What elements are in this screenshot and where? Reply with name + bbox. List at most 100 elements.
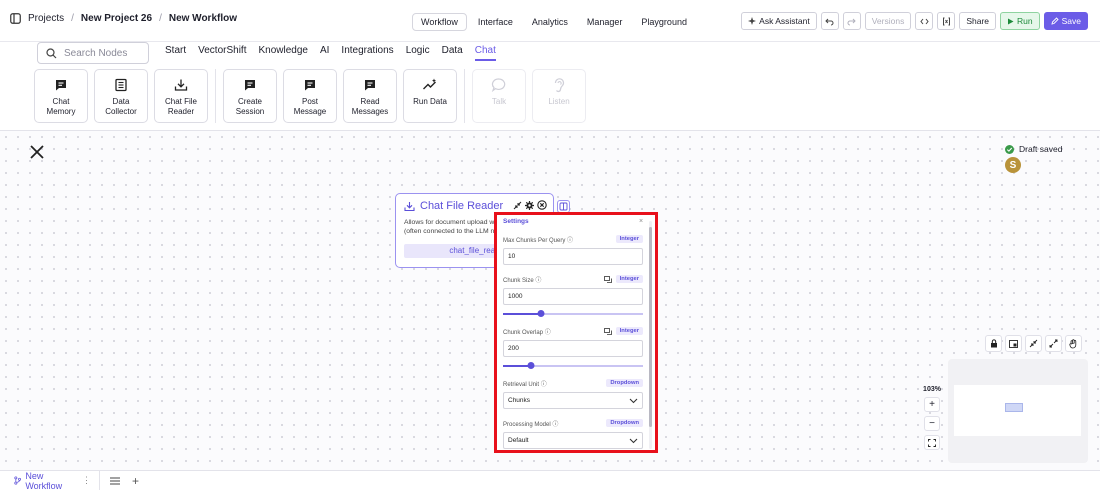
avatar[interactable]: S bbox=[1005, 157, 1021, 173]
zoom-out-button[interactable]: − bbox=[924, 416, 940, 431]
run-button[interactable]: Run bbox=[1000, 12, 1040, 30]
max-chunks-input[interactable]: 10 bbox=[503, 248, 643, 265]
undo-button[interactable] bbox=[820, 12, 839, 30]
breadcrumb-workflow[interactable]: New Workflow bbox=[169, 13, 237, 24]
list-icon[interactable] bbox=[110, 477, 120, 485]
tile-label: Session bbox=[235, 107, 265, 116]
tab-analytics[interactable]: Analytics bbox=[524, 14, 576, 30]
tile-talk[interactable]: Talk bbox=[472, 69, 526, 123]
hand-icon[interactable] bbox=[1065, 335, 1082, 352]
expand-icon[interactable] bbox=[1045, 335, 1062, 352]
field-label-row: Max Chunks Per Query ⓘ Integer bbox=[503, 233, 643, 245]
tile-divider bbox=[464, 69, 465, 123]
breadcrumb-project[interactable]: New Project 26 bbox=[81, 13, 152, 24]
info-icon: ⓘ bbox=[535, 277, 542, 284]
tile-chat-memory[interactable]: Chat Memory bbox=[34, 69, 88, 123]
node-title: Chat File Reader bbox=[420, 200, 504, 212]
chat-icon bbox=[54, 76, 68, 94]
category-start[interactable]: Start bbox=[165, 45, 186, 61]
minimap-toggle-icon[interactable] bbox=[1005, 335, 1022, 352]
tile-read-messages[interactable]: Read Messages bbox=[343, 69, 397, 123]
collapse-icon[interactable] bbox=[1025, 335, 1042, 352]
tab-manager[interactable]: Manager bbox=[579, 14, 631, 30]
branch-icon bbox=[14, 476, 21, 485]
slider-toggle-icon[interactable] bbox=[603, 327, 612, 335]
category-chat[interactable]: Chat bbox=[474, 45, 496, 61]
mode-tabs: Workflow Interface Analytics Manager Pla… bbox=[412, 12, 695, 32]
tile-label: Chat bbox=[52, 97, 70, 106]
lock-icon[interactable] bbox=[985, 335, 1002, 352]
tab-workflow[interactable]: Workflow bbox=[412, 13, 467, 31]
scrollbar-thumb[interactable] bbox=[649, 227, 652, 427]
tile-chat-file-reader[interactable]: Chat File Reader bbox=[154, 69, 208, 123]
tab-interface[interactable]: Interface bbox=[470, 14, 521, 30]
select-value: Default bbox=[508, 437, 529, 444]
tile-label: Message bbox=[293, 107, 327, 116]
chevron-down-icon bbox=[629, 398, 638, 403]
category-knowledge[interactable]: Knowledge bbox=[258, 45, 307, 61]
processing-model-select[interactable]: Default bbox=[503, 432, 643, 449]
field-label-row: Chunk Size ⓘ Integer bbox=[503, 273, 643, 285]
tile-label: Run Data bbox=[413, 97, 447, 106]
slider-handle[interactable] bbox=[537, 310, 545, 317]
gear-icon[interactable] bbox=[525, 200, 534, 210]
sparkle-line-icon bbox=[422, 76, 438, 94]
ask-assistant-button[interactable]: Ask Assistant bbox=[741, 12, 817, 30]
chunk-size-slider[interactable] bbox=[503, 310, 643, 317]
undo-icon bbox=[825, 18, 834, 25]
scrollbar[interactable] bbox=[649, 221, 652, 449]
retrieval-unit-select[interactable]: Chunks bbox=[503, 392, 643, 409]
breadcrumb-projects[interactable]: Projects bbox=[28, 13, 64, 24]
save-button[interactable]: Save bbox=[1043, 12, 1088, 30]
add-tab-icon[interactable]: + bbox=[132, 474, 139, 488]
share-button[interactable]: Share bbox=[959, 12, 997, 30]
chunk-size-input[interactable]: 1000 bbox=[503, 288, 643, 305]
slider-handle[interactable] bbox=[527, 362, 535, 369]
tile-create-session[interactable]: Create Session bbox=[223, 69, 277, 123]
redo-button[interactable] bbox=[842, 12, 861, 30]
header-actions: Ask Assistant Versions Share Run Save bbox=[741, 12, 1088, 30]
tab-menu-icon[interactable]: ⋮ bbox=[82, 475, 91, 486]
tile-run-data[interactable]: Run Data bbox=[403, 69, 457, 123]
versions-button[interactable]: Versions bbox=[864, 12, 912, 30]
close-circle-icon[interactable] bbox=[537, 200, 547, 210]
sidebar-toggle-icon[interactable] bbox=[10, 13, 21, 24]
chat-icon bbox=[243, 76, 257, 94]
tile-listen[interactable]: Listen bbox=[532, 69, 586, 123]
category-integrations[interactable]: Integrations bbox=[341, 45, 393, 61]
search-input[interactable]: Search Nodes bbox=[37, 42, 149, 64]
fit-view-button[interactable] bbox=[924, 435, 940, 450]
redo-icon bbox=[847, 18, 856, 25]
tab-playground[interactable]: Playground bbox=[633, 14, 695, 30]
versions-label: Versions bbox=[871, 16, 905, 26]
workflow-tab[interactable]: New Workflow ⋮ bbox=[0, 470, 100, 490]
tile-data-collector[interactable]: Data Collector bbox=[94, 69, 148, 123]
zoom-in-button[interactable]: + bbox=[924, 397, 940, 412]
category-data[interactable]: Data bbox=[442, 45, 463, 61]
tile-post-message[interactable]: Post Message bbox=[283, 69, 337, 123]
code-icon bbox=[920, 18, 929, 24]
processing-model-field: Processing Model ⓘ Dropdown Default bbox=[503, 417, 643, 449]
field-label-text: Processing Model bbox=[503, 421, 551, 428]
slider-toggle-icon[interactable] bbox=[603, 275, 612, 283]
ask-assistant-label: Ask Assistant bbox=[759, 16, 810, 26]
minimap[interactable] bbox=[948, 359, 1088, 463]
variables-button[interactable] bbox=[937, 12, 956, 30]
field-label-text: Retrieval Unit bbox=[503, 381, 540, 388]
tile-label: Data bbox=[112, 97, 130, 106]
close-icon[interactable] bbox=[28, 143, 46, 161]
save-label: Save bbox=[1061, 16, 1081, 26]
tile-divider bbox=[215, 69, 216, 123]
zoom-level: 103% bbox=[923, 386, 941, 393]
chunk-overlap-slider[interactable] bbox=[503, 362, 643, 369]
category-vectorshift[interactable]: VectorShift bbox=[198, 45, 246, 61]
category-ai[interactable]: AI bbox=[320, 45, 329, 61]
field-tools: Integer bbox=[603, 275, 643, 283]
tile-label: Collector bbox=[105, 107, 137, 116]
collapse-icon[interactable] bbox=[513, 201, 522, 210]
category-logic[interactable]: Logic bbox=[406, 45, 430, 61]
code-button[interactable] bbox=[915, 12, 934, 30]
chunk-overlap-input[interactable]: 200 bbox=[503, 340, 643, 357]
tile-label: Create bbox=[237, 97, 262, 106]
settings-panel: × Settings Max Chunks Per Query ⓘ Intege… bbox=[494, 212, 658, 453]
